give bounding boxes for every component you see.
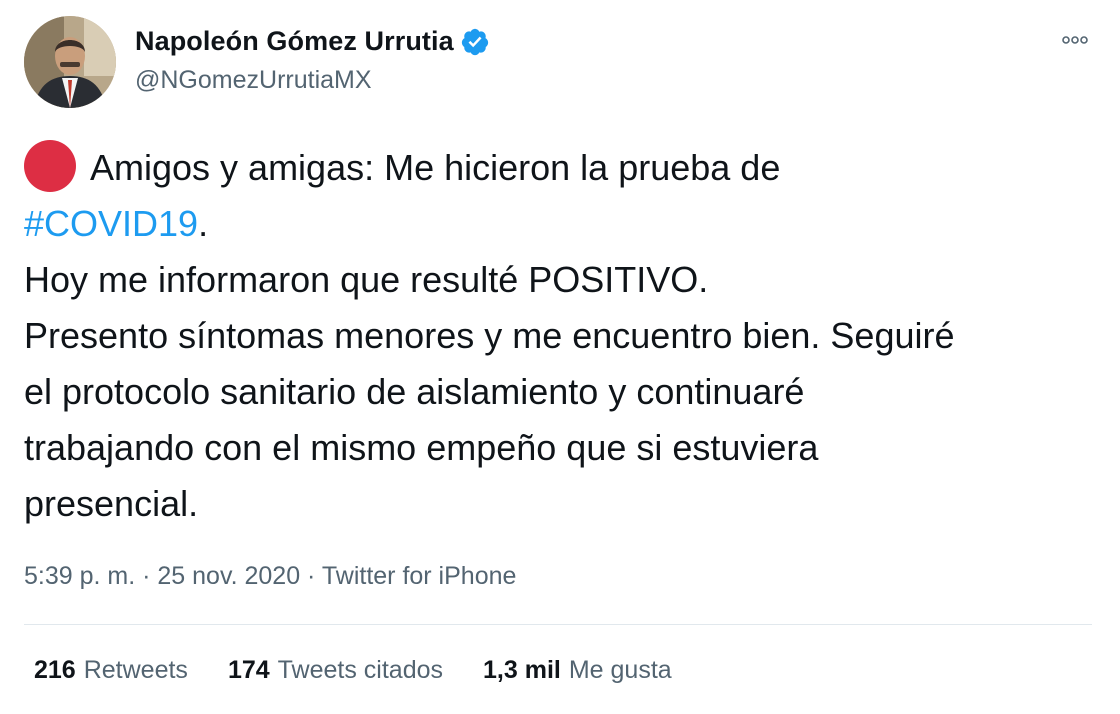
- author-name-row: Napoleón Gómez Urrutia: [135, 26, 490, 57]
- likes-stat[interactable]: 1,3 mil Me gusta: [483, 656, 672, 685]
- divider: [24, 624, 1092, 625]
- quote-tweets-stat[interactable]: 174 Tweets citados: [228, 656, 443, 685]
- tweet-metadata: 5:39 p. m. · 25 nov. 2020 · Twitter for …: [24, 562, 516, 591]
- tweet-line-3: Hoy me informaron que resulté POSITIVO.: [24, 259, 709, 300]
- stat-label: Me gusta: [568, 656, 672, 684]
- tweet-line-4: Presento síntomas menores y me encuentro…: [24, 315, 955, 356]
- meta-separator: ·: [135, 562, 158, 590]
- hashtag-link[interactable]: #COVID19: [24, 203, 198, 244]
- tweet-source[interactable]: Twitter for iPhone: [322, 562, 517, 590]
- stat-label: Retweets: [83, 656, 188, 684]
- red-circle-emoji-icon: [24, 140, 76, 192]
- tweet-line-7: presencial.: [24, 483, 199, 524]
- tweet-line-2: #COVID19.: [24, 196, 1104, 252]
- author-handle[interactable]: @NGomezUrrutiaMX: [135, 66, 372, 95]
- tweet-text-line: Amigos y amigas: Me hicieron la prueba d…: [90, 147, 781, 188]
- verified-badge-icon: [460, 27, 490, 57]
- retweets-stat[interactable]: 216 Retweets: [34, 656, 188, 685]
- more-options-icon[interactable]: [1060, 30, 1090, 50]
- hashtag-suffix: .: [198, 203, 209, 244]
- meta-separator: ·: [300, 562, 322, 590]
- stat-label: Tweets citados: [277, 656, 444, 684]
- tweet-text: Amigos y amigas: Me hicieron la prueba d…: [24, 140, 1104, 532]
- tweet-time[interactable]: 5:39 p. m.: [24, 562, 135, 590]
- stat-value: 216: [34, 656, 76, 684]
- avatar-image: [24, 16, 116, 108]
- author-name[interactable]: Napoleón Gómez Urrutia: [135, 26, 454, 57]
- tweet-line-5: el protocolo sanitario de aislamiento y …: [24, 371, 805, 412]
- tweet-date[interactable]: 25 nov. 2020: [157, 562, 300, 590]
- tweet-line-6: trabajando con el mismo empeño que si es…: [24, 427, 819, 468]
- tweet-line-1: Amigos y amigas: Me hicieron la prueba d…: [24, 140, 1104, 196]
- tweet-stats: 216 Retweets 174 Tweets citados 1,3 mil Me …: [34, 656, 712, 685]
- avatar[interactable]: [24, 16, 116, 108]
- stat-value: 1,3 mil: [483, 656, 561, 684]
- stat-value: 174: [227, 656, 270, 684]
